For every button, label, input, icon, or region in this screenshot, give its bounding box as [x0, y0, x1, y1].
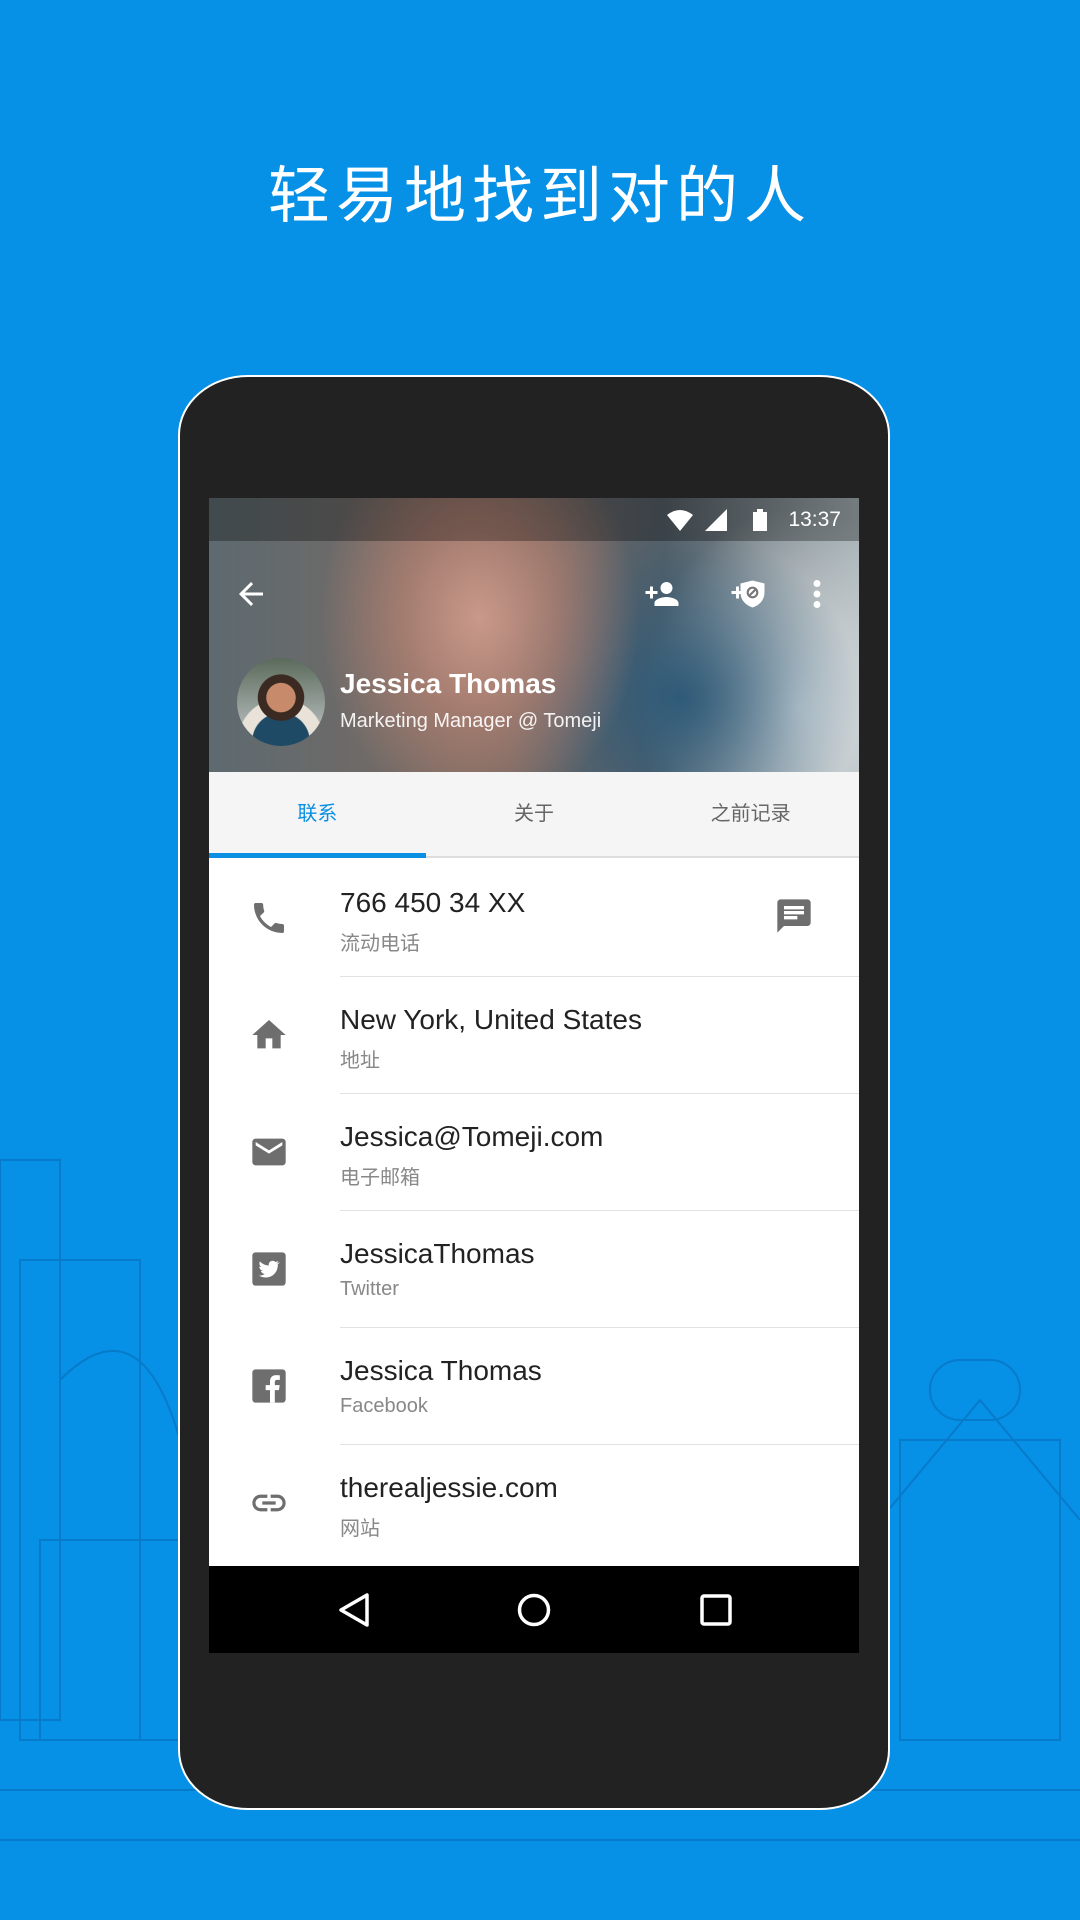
row-value: 766 450 34 XX	[340, 887, 526, 918]
profile-name: Jessica Thomas	[340, 668, 557, 699]
block-icon[interactable]	[727, 576, 769, 612]
wifi-icon	[667, 510, 693, 531]
battery-icon	[753, 509, 767, 531]
contact-row-facebook[interactable]: Jessica Thomas Facebook	[209, 1328, 859, 1445]
headline: 轻易地找到对的人	[267, 159, 812, 232]
phone-screen: 13:37 Jessica Thomas Marketing Manager @…	[209, 498, 859, 1653]
row-label: 网站	[340, 1518, 380, 1540]
row-value: Jessica Thomas	[340, 1355, 542, 1386]
back-arrow-icon[interactable]	[233, 576, 269, 612]
link-icon	[252, 1494, 286, 1512]
twitter-icon	[252, 1252, 286, 1286]
facebook-icon	[252, 1369, 286, 1403]
status-bar: 13:37	[209, 498, 859, 541]
row-value: therealjessie.com	[340, 1472, 558, 1503]
add-contact-icon[interactable]	[641, 576, 683, 612]
contact-row-address[interactable]: New York, United States 地址	[209, 977, 859, 1094]
contact-row-website[interactable]: therealjessie.com 网站	[209, 1445, 859, 1562]
recents-square-icon[interactable]	[699, 1592, 733, 1628]
signal-icon	[705, 509, 727, 531]
row-label: Twitter	[340, 1278, 399, 1300]
avatar[interactable]	[237, 658, 325, 746]
email-icon	[252, 1138, 286, 1166]
tab-bar: 联系 关于 之前记录	[209, 772, 859, 858]
status-time: 13:37	[788, 508, 841, 531]
navigation-bar	[209, 1566, 859, 1653]
back-triangle-icon[interactable]	[337, 1592, 371, 1628]
tab-about[interactable]: 关于	[426, 772, 643, 856]
tab-contact[interactable]: 联系	[209, 772, 426, 858]
tab-history[interactable]: 之前记录	[642, 772, 859, 856]
profile-header: 13:37 Jessica Thomas Marketing Manager @…	[209, 498, 859, 772]
message-icon[interactable]	[774, 896, 814, 936]
home-icon	[252, 1020, 286, 1049]
row-label: 地址	[340, 1050, 380, 1072]
row-value: New York, United States	[340, 1004, 642, 1035]
contact-row-email[interactable]: Jessica@Tomeji.com 电子邮箱	[209, 1094, 859, 1211]
row-label: Facebook	[340, 1395, 428, 1417]
more-vert-icon[interactable]	[807, 576, 827, 612]
phone-icon	[254, 903, 284, 933]
profile-role: Marketing Manager @ Tomeji	[340, 710, 602, 732]
contact-row-phone[interactable]: 766 450 34 XX 流动电话	[209, 860, 859, 977]
row-label: 流动电话	[340, 933, 420, 955]
home-circle-icon[interactable]	[516, 1592, 552, 1628]
row-value: Jessica@Tomeji.com	[340, 1121, 604, 1152]
contact-row-twitter[interactable]: JessicaThomas Twitter	[209, 1211, 859, 1328]
row-label: 电子邮箱	[340, 1167, 420, 1189]
row-value: JessicaThomas	[340, 1238, 535, 1269]
